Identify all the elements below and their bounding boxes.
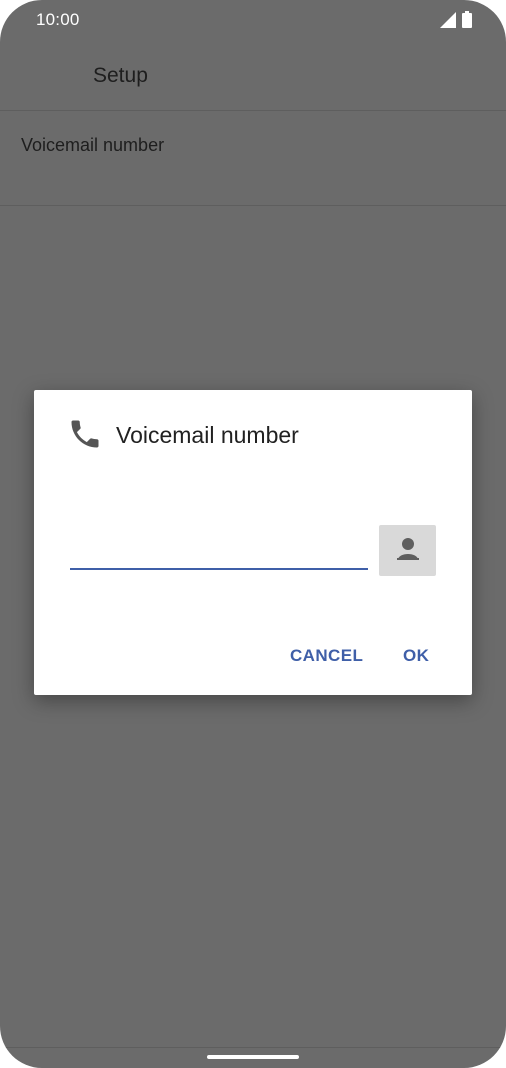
status-time: 10:00	[36, 10, 80, 29]
navigation-bar	[0, 1047, 506, 1068]
battery-icon	[462, 11, 472, 33]
status-bar: 10:00	[0, 0, 506, 40]
page-title: Setup	[93, 64, 148, 87]
status-icons	[440, 11, 472, 33]
voicemail-number-input[interactable]	[70, 540, 368, 570]
contact-picker-button[interactable]	[379, 525, 436, 576]
ok-button[interactable]: OK	[403, 646, 429, 666]
phone-icon	[67, 416, 103, 452]
voicemail-number-setting[interactable]: Voicemail number	[0, 111, 506, 206]
voicemail-number-setting-label: Voicemail number	[21, 135, 165, 155]
dialog-title: Voicemail number	[116, 422, 299, 448]
home-gesture-handle[interactable]	[207, 1055, 299, 1059]
contact-icon	[394, 534, 422, 567]
app-bar: Setup	[0, 40, 506, 111]
phone-screen: 10:00 Setup Voicemail number Voicemail n…	[0, 0, 506, 1068]
voicemail-number-dialog: Voicemail number CANCEL OK	[34, 390, 472, 695]
cancel-button[interactable]: CANCEL	[290, 646, 363, 666]
signal-icon	[440, 11, 456, 33]
